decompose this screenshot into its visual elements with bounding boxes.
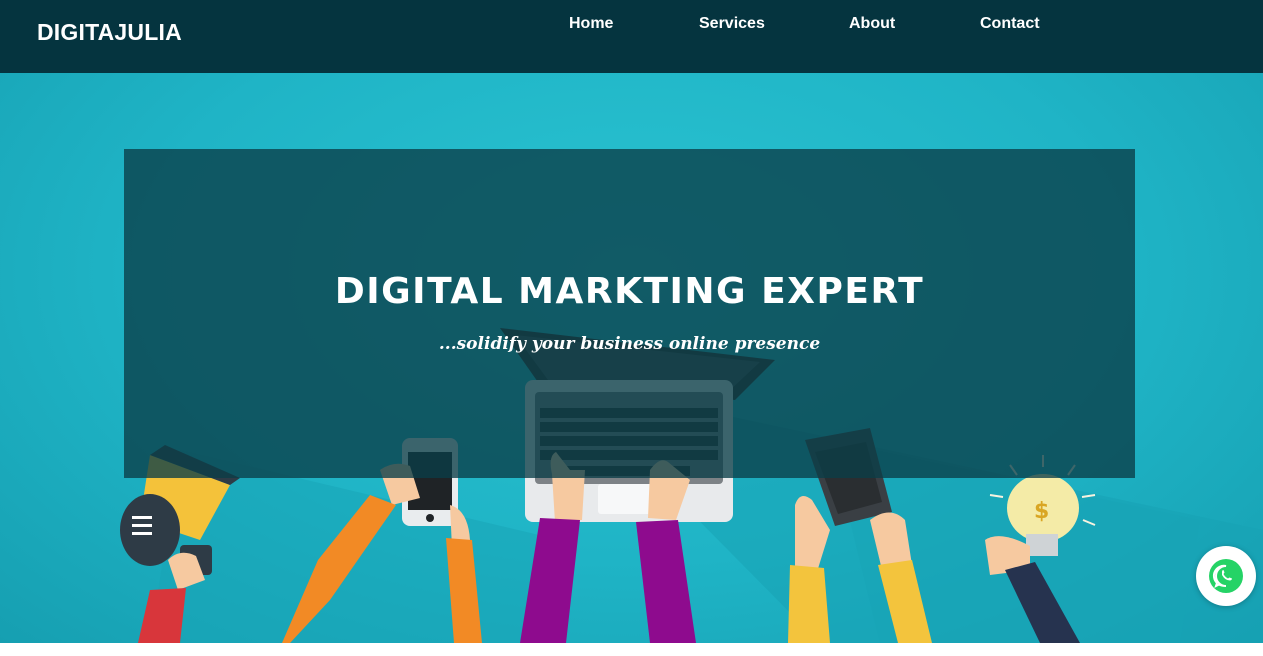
nav-link-about[interactable]: About (849, 15, 895, 33)
hero-title: DIGITAL MARKTING EXPERT (334, 271, 925, 312)
nav-link-contact[interactable]: Contact (980, 15, 1040, 33)
hero-section: $ DIGITAL MARKTING EXPERT ...solidify yo… (0, 73, 1263, 643)
nav-link-home[interactable]: Home (569, 15, 613, 33)
whatsapp-chat-button[interactable] (1196, 546, 1256, 606)
nav-link-services[interactable]: Services (699, 15, 765, 33)
navbar: DIGITAJULIA Home Services About Contact (0, 0, 1263, 73)
whatsapp-icon (1209, 559, 1243, 593)
brand-logo[interactable]: DIGITAJULIA (37, 19, 182, 46)
hero-subtitle: ...solidify your business online presenc… (438, 334, 821, 354)
svg-text:$: $ (1034, 499, 1049, 524)
hero-overlay: DIGITAL MARKTING EXPERT ...solidify your… (124, 149, 1135, 478)
page-bottom (0, 643, 1263, 656)
